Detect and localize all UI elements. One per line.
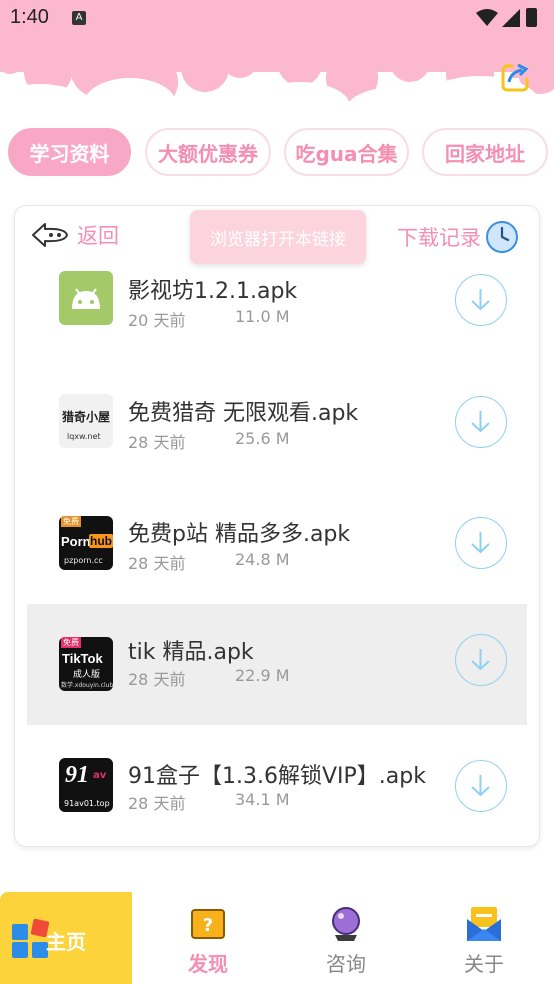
file-meta: 28 天前 34.1 M bbox=[128, 790, 290, 814]
app-icon-tiktok: 免费 TikTok 成人版 数学.xdouyin.club bbox=[59, 637, 113, 691]
file-size: 25.6 M bbox=[235, 429, 290, 448]
file-size: 11.0 M bbox=[235, 307, 290, 326]
download-card: 返回 浏览器打开本链接 下载记录 影视坊1.2.1.apk 20 天前 11.0… bbox=[14, 205, 540, 847]
nav-discover[interactable]: ? 发现 bbox=[148, 888, 268, 984]
arrow-down-icon bbox=[471, 649, 490, 671]
tab-study-materials[interactable]: 学习资料 bbox=[8, 128, 131, 176]
list-item[interactable]: 猎奇小屋 lqxw.net 免费猎奇 无限观看.apk 28 天前 25.6 M bbox=[27, 349, 527, 470]
svg-text:?: ? bbox=[203, 915, 213, 936]
list-item[interactable]: 91 av 91av01.top 91盒子【1.3.6解锁VIP】.apk 28… bbox=[27, 726, 527, 846]
file-age: 28 天前 bbox=[128, 794, 186, 813]
file-age: 28 天前 bbox=[128, 670, 186, 689]
tab-gossip[interactable]: 吃gua合集 bbox=[284, 128, 409, 176]
file-size: 22.9 M bbox=[235, 666, 290, 685]
bottom-nav: 主页 ? 发现 咨询 关于 bbox=[0, 888, 554, 984]
download-button[interactable] bbox=[455, 517, 507, 569]
file-size: 24.8 M bbox=[235, 550, 290, 569]
download-button[interactable] bbox=[455, 396, 507, 448]
file-meta: 28 天前 25.6 M bbox=[128, 429, 290, 453]
status-time: 1:40 bbox=[10, 6, 49, 28]
nav-home-label: 主页 bbox=[46, 930, 86, 954]
arrow-down-icon bbox=[471, 532, 490, 554]
file-meta: 28 天前 24.8 M bbox=[128, 550, 290, 574]
file-size: 34.1 M bbox=[235, 790, 290, 809]
download-button[interactable] bbox=[455, 634, 507, 686]
app-icon-ph: 免费 Porn hub pzporn.cc bbox=[59, 516, 113, 570]
arrow-down-icon bbox=[471, 775, 490, 797]
battery-icon bbox=[526, 8, 537, 27]
nav-discover-label: 发现 bbox=[188, 952, 228, 976]
arrow-down-icon bbox=[471, 289, 490, 311]
file-name: 影视坊1.2.1.apk bbox=[128, 279, 298, 304]
category-tabs: 学习资料 大额优惠券 吃gua合集 回家地址 bbox=[8, 128, 548, 178]
crystal-ball-icon bbox=[332, 907, 360, 941]
file-name: 91盒子【1.3.6解锁VIP】.apk bbox=[128, 764, 426, 789]
file-name: tik 精品.apk bbox=[128, 640, 254, 665]
notification-icon: A bbox=[72, 11, 86, 25]
nav-about[interactable]: 关于 bbox=[424, 888, 544, 984]
list-item[interactable]: 免费 Porn hub pzporn.cc 免费p站 精品多多.apk 28 天… bbox=[27, 470, 527, 591]
file-meta: 28 天前 22.9 M bbox=[128, 666, 290, 690]
nav-about-label: 关于 bbox=[464, 952, 504, 976]
android-icon bbox=[59, 271, 113, 325]
nav-consult[interactable]: 咨询 bbox=[286, 888, 406, 984]
file-name: 免费猎奇 无限观看.apk bbox=[128, 401, 359, 426]
file-age: 20 天前 bbox=[128, 311, 186, 330]
mail-icon bbox=[467, 907, 501, 941]
arrow-down-icon bbox=[471, 411, 490, 433]
app-icon-lieqi: 猎奇小屋 lqxw.net bbox=[59, 394, 113, 448]
file-meta: 20 天前 11.0 M bbox=[128, 307, 290, 331]
app-icon-91: 91 av 91av01.top bbox=[59, 758, 113, 812]
nav-consult-label: 咨询 bbox=[326, 952, 366, 976]
question-box-icon: ? bbox=[191, 909, 225, 939]
file-age: 28 天前 bbox=[128, 554, 186, 573]
header: 1:40 A bbox=[0, 0, 554, 125]
download-button[interactable] bbox=[455, 274, 507, 326]
status-bar: 1:40 A bbox=[0, 0, 554, 36]
download-button[interactable] bbox=[455, 760, 507, 812]
open-in-browser-toast: 浏览器打开本链接 bbox=[190, 210, 366, 264]
file-age: 28 天前 bbox=[128, 433, 186, 452]
tab-home-address[interactable]: 回家地址 bbox=[422, 128, 548, 176]
list-item[interactable]: 免费 TikTok 成人版 数学.xdouyin.club tik 精品.apk… bbox=[27, 604, 527, 725]
tab-coupons[interactable]: 大额优惠券 bbox=[145, 128, 271, 176]
nav-home[interactable]: 主页 bbox=[0, 888, 132, 984]
share-icon[interactable] bbox=[500, 60, 532, 92]
wifi-icon bbox=[476, 9, 498, 26]
file-name: 免费p站 精品多多.apk bbox=[128, 522, 351, 547]
cellular-icon bbox=[502, 9, 520, 27]
